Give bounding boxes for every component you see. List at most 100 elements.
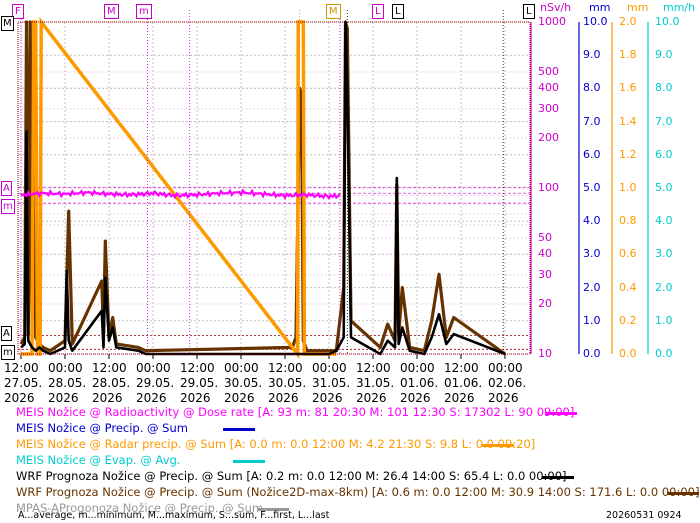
x-tick-date: 31.05. bbox=[356, 376, 395, 390]
orange-axis-unit: mm bbox=[627, 1, 649, 14]
teal-axis-tick: 10.0 bbox=[655, 15, 680, 28]
teal-axis-unit: mm/h bbox=[663, 1, 696, 14]
legend-swatch-wrf bbox=[542, 476, 574, 479]
teal-axis-tick: 7.0 bbox=[655, 114, 673, 128]
top-marker-label: L bbox=[523, 4, 535, 19]
x-tick-date: 30.05. bbox=[224, 376, 263, 390]
teal-axis-tick: 5.0 bbox=[655, 181, 673, 194]
blue-axis-tick: 7.0 bbox=[583, 114, 601, 128]
legend-entry-evap: MEIS Nožice @ Evap. @ Avg. bbox=[16, 453, 181, 467]
orange-axis-tick: 0.8 bbox=[619, 214, 637, 228]
x-tick-time: 12:00 bbox=[268, 361, 303, 375]
log-axis-tick: 500 bbox=[538, 64, 559, 78]
orange-axis-tick: 0.0 bbox=[619, 347, 637, 360]
x-tick-time: 12:00 bbox=[356, 361, 391, 375]
x-tick-year: 2026 bbox=[356, 391, 387, 405]
log-axis-tick: 50 bbox=[538, 230, 552, 244]
orange-axis-tick: 1.0 bbox=[619, 181, 637, 194]
x-tick-time: 12:00 bbox=[444, 361, 479, 375]
blue-axis-tick: 6.0 bbox=[583, 147, 601, 161]
blue-axis-tick: 8.0 bbox=[583, 81, 601, 95]
x-tick-year: 2026 bbox=[180, 391, 211, 405]
log-axis-tick: 40 bbox=[538, 247, 552, 261]
orange-axis-tick: 1.4 bbox=[619, 114, 637, 128]
x-tick-year: 2026 bbox=[92, 391, 123, 405]
teal-axis-tick: 9.0 bbox=[655, 48, 673, 62]
legend-swatch-precip_meis bbox=[223, 428, 255, 431]
top-marker-label: F bbox=[12, 4, 24, 19]
orange-axis-tick: 0.6 bbox=[619, 247, 637, 261]
x-tick-year: 2026 bbox=[444, 391, 475, 405]
teal-axis-tick: 0.0 bbox=[655, 347, 673, 360]
legend-swatch-evap bbox=[233, 460, 265, 463]
log-axis-tick: 100 bbox=[538, 181, 559, 194]
x-tick-date: 01.06. bbox=[400, 376, 439, 390]
x-tick-year: 2026 bbox=[48, 391, 79, 405]
log-axis-tick: 30 bbox=[538, 267, 552, 281]
x-tick-date: 29.05. bbox=[180, 376, 219, 390]
x-tick-time: 12:00 bbox=[180, 361, 215, 375]
top-marker-label: L bbox=[372, 4, 384, 19]
x-tick-year: 2026 bbox=[136, 391, 167, 405]
timestamp-stamp: 20260531 0924 bbox=[606, 510, 682, 521]
log-axis-tick: 200 bbox=[538, 131, 559, 145]
x-tick-time: 12:00 bbox=[92, 361, 127, 375]
left-marker-label: A bbox=[1, 326, 12, 341]
x-tick-year: 2026 bbox=[224, 391, 255, 405]
legend-entry-wrf: WRF Prognoza Nožice @ Precip. @ Sum [A: … bbox=[16, 469, 567, 483]
abbreviation-note: A...average, m...minimum, M...maximum, S… bbox=[18, 510, 330, 521]
legend-swatch-wrf_max bbox=[667, 492, 699, 495]
orange-axis-tick: 1.8 bbox=[619, 48, 637, 62]
x-tick-year: 2026 bbox=[4, 391, 35, 405]
x-tick-time: 00:00 bbox=[224, 361, 259, 375]
log-axis-tick: 1000 bbox=[538, 15, 566, 28]
log-axis-tick: 10 bbox=[538, 347, 552, 360]
x-tick-time: 00:00 bbox=[312, 361, 347, 375]
x-tick-date: 02.06. bbox=[488, 376, 527, 390]
log-axis-tick: 300 bbox=[538, 101, 559, 115]
series-radioactivity-line bbox=[20, 188, 341, 201]
x-tick-time: 00:00 bbox=[48, 361, 83, 375]
blue-axis-tick: 5.0 bbox=[583, 181, 601, 194]
left-marker-label: m bbox=[1, 199, 15, 214]
blue-axis-unit: mm bbox=[589, 1, 611, 14]
x-tick-year: 2026 bbox=[400, 391, 431, 405]
x-tick-year: 2026 bbox=[312, 391, 343, 405]
teal-axis-tick: 8.0 bbox=[655, 81, 673, 95]
left-marker-label: M bbox=[1, 16, 14, 31]
log-axis-tick: 400 bbox=[538, 81, 559, 95]
log-axis-tick: 20 bbox=[538, 297, 552, 311]
x-tick-date: 29.05. bbox=[136, 376, 175, 390]
x-tick-time: 00:00 bbox=[488, 361, 523, 375]
blue-axis-tick: 1.0 bbox=[583, 313, 601, 327]
top-marker-label: m bbox=[136, 4, 152, 19]
teal-axis-tick: 6.0 bbox=[655, 147, 673, 161]
legend-swatch-radar bbox=[482, 444, 514, 447]
legend-entry-wrf_max: WRF Prognoza Nožice @ Precip. @ Sum (Nož… bbox=[16, 485, 700, 499]
blue-axis-tick: 3.0 bbox=[583, 247, 601, 261]
orange-axis-tick: 2.0 bbox=[619, 15, 637, 28]
x-tick-year: 2026 bbox=[488, 391, 519, 405]
orange-axis-tick: 1.6 bbox=[619, 81, 637, 95]
left-marker-label: A bbox=[1, 181, 12, 196]
x-tick-time: 12:00 bbox=[4, 361, 39, 375]
x-tick-date: 28.05. bbox=[48, 376, 87, 390]
x-tick-year: 2026 bbox=[268, 391, 299, 405]
teal-axis-tick: 3.0 bbox=[655, 247, 673, 261]
orange-axis-tick: 0.4 bbox=[619, 280, 637, 294]
legend-entry-radar: MEIS Nožice @ Radar precip. @ Sum [A: 0.… bbox=[16, 437, 536, 451]
legend-entry-precip_meis: MEIS Nožice @ Precip. @ Sum bbox=[16, 421, 188, 435]
blue-axis-tick: 2.0 bbox=[583, 280, 601, 294]
legend-swatch-radio bbox=[545, 412, 577, 415]
x-tick-time: 00:00 bbox=[136, 361, 171, 375]
top-marker-label: M bbox=[104, 4, 119, 19]
top-marker-label: L bbox=[392, 4, 404, 19]
top-marker-label: M bbox=[326, 4, 341, 19]
teal-axis-tick: 4.0 bbox=[655, 214, 673, 228]
log-axis-unit: nSv/h bbox=[540, 1, 572, 14]
x-tick-date: 28.05. bbox=[92, 376, 131, 390]
x-tick-time: 00:00 bbox=[400, 361, 435, 375]
blue-axis-tick: 10.0 bbox=[583, 15, 608, 28]
left-marker-label: m bbox=[1, 345, 15, 360]
teal-axis-tick: 2.0 bbox=[655, 280, 673, 294]
